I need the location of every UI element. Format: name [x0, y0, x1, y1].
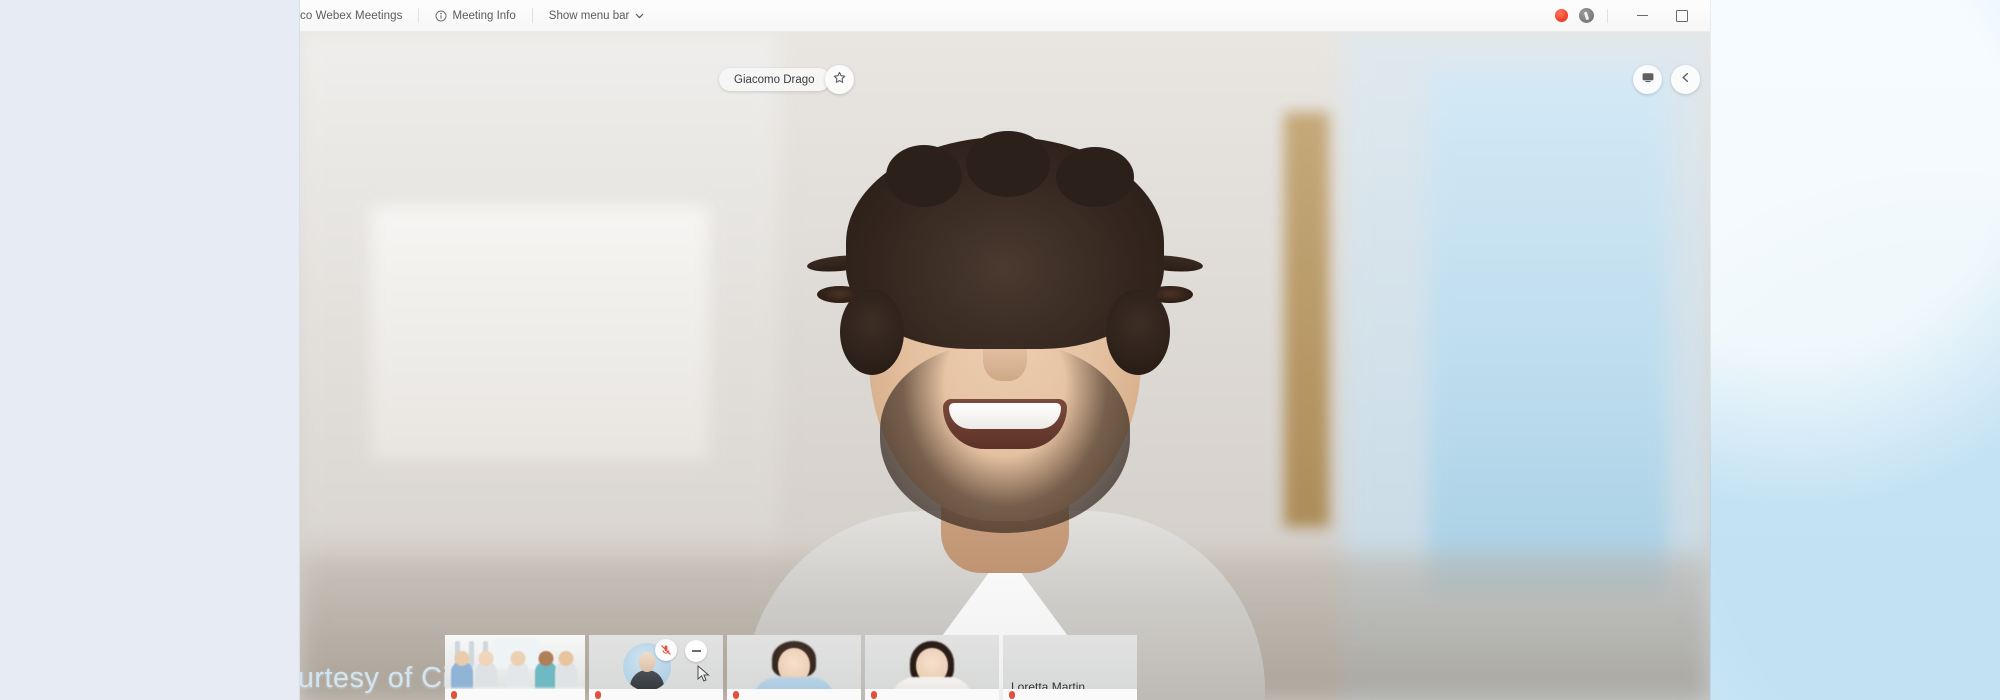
desktop-background-left	[0, 0, 300, 700]
show-menu-bar-button[interactable]: Show menu bar	[549, 10, 646, 22]
title-bar: co Webex Meetings Meeting Info Show menu…	[300, 0, 1710, 32]
thumbnail-group-room[interactable]	[445, 635, 585, 700]
group-person	[451, 651, 473, 691]
star-icon	[833, 71, 846, 89]
hair-curl	[1056, 147, 1134, 207]
mic-muted-icon	[733, 691, 739, 699]
avatar-body	[630, 670, 664, 691]
mic-muted-icon	[595, 691, 601, 699]
mic-muted-icon	[451, 691, 457, 699]
collapse-panel-button[interactable]	[1671, 65, 1700, 94]
group-person-head	[558, 651, 574, 666]
mic-muted-icon	[655, 639, 677, 661]
screen-icon	[1641, 70, 1655, 89]
group-person	[507, 651, 529, 691]
minus-glyph	[691, 650, 701, 652]
speaker-mouth	[943, 399, 1067, 449]
room-window	[1428, 72, 1668, 594]
room-whiteboard	[370, 205, 709, 461]
thumbnail-participant-man[interactable]	[727, 635, 861, 700]
active-speaker-name: Giacomo Drago	[734, 73, 815, 86]
thumb-footer	[589, 689, 723, 700]
meeting-info-button[interactable]: Meeting Info	[435, 9, 516, 22]
group-person-head	[454, 651, 470, 666]
desktop-background-right	[1710, 0, 2000, 700]
record-dot-icon[interactable]	[1555, 9, 1568, 22]
minimize-icon	[1636, 15, 1648, 16]
thumb-footer	[865, 689, 999, 700]
group-person-head	[510, 651, 526, 666]
hair-curl	[966, 131, 1050, 197]
speaker-teeth	[949, 403, 1061, 429]
desktop-blur-overlay	[1710, 0, 2000, 700]
meeting-info-label: Meeting Info	[452, 9, 516, 22]
chevron-left-icon	[1679, 71, 1692, 89]
maximize-button[interactable]	[1662, 0, 1702, 31]
group-person-head	[538, 651, 554, 666]
show-menu-bar-label: Show menu bar	[548, 9, 630, 22]
participant-filmstrip: Loretta Martin	[445, 629, 1137, 700]
avatar-head	[638, 652, 656, 672]
minimize-button[interactable]	[1622, 0, 1662, 31]
webex-meetings-window: co Webex Meetings Meeting Info Show menu…	[300, 0, 1710, 700]
group-person	[475, 651, 497, 691]
stage-top-right-controls	[1633, 65, 1700, 94]
layout-view-button[interactable]	[1633, 65, 1662, 94]
info-circle-icon	[435, 10, 447, 22]
room-door	[1284, 112, 1330, 528]
mic-muted-icon	[871, 691, 877, 699]
titlebar-divider-3	[1607, 8, 1608, 23]
video-stage[interactable]: Giacomo Drago urtesy of Loretta Martin	[300, 32, 1710, 700]
pin-speaker-button[interactable]	[825, 65, 854, 94]
active-speaker-name-badge: Giacomo Drago	[719, 68, 830, 91]
screen: co Webex Meetings Meeting Info Show menu…	[0, 0, 2000, 700]
thumb-footer	[445, 689, 585, 700]
more-minus-icon[interactable]	[685, 640, 707, 662]
group-person-head	[478, 651, 494, 666]
maximize-icon	[1676, 9, 1688, 22]
thumbnail-participant-woman[interactable]	[865, 635, 999, 700]
titlebar-divider	[418, 8, 420, 23]
mouse-cursor-icon	[697, 664, 711, 688]
recording-pause-icon[interactable]	[1579, 8, 1594, 23]
chevron-down-icon	[634, 10, 645, 21]
thumb-footer	[1003, 689, 1137, 700]
titlebar-divider-2	[531, 8, 533, 23]
thumbnail-avatar-participant[interactable]	[589, 635, 723, 700]
mic-muted-icon	[1009, 691, 1015, 699]
active-speaker-video	[745, 81, 1265, 700]
room-rail	[469, 641, 474, 667]
thumb-footer	[727, 689, 861, 700]
hair-curl	[886, 145, 962, 207]
speaker-hair	[840, 131, 1170, 375]
thumbnail-loretta-martin[interactable]: Loretta Martin	[1003, 635, 1137, 700]
group-person	[535, 651, 557, 691]
window-title: co Webex Meetings	[300, 9, 403, 22]
group-person	[555, 651, 577, 691]
titlebar-right-controls	[1555, 0, 1710, 31]
